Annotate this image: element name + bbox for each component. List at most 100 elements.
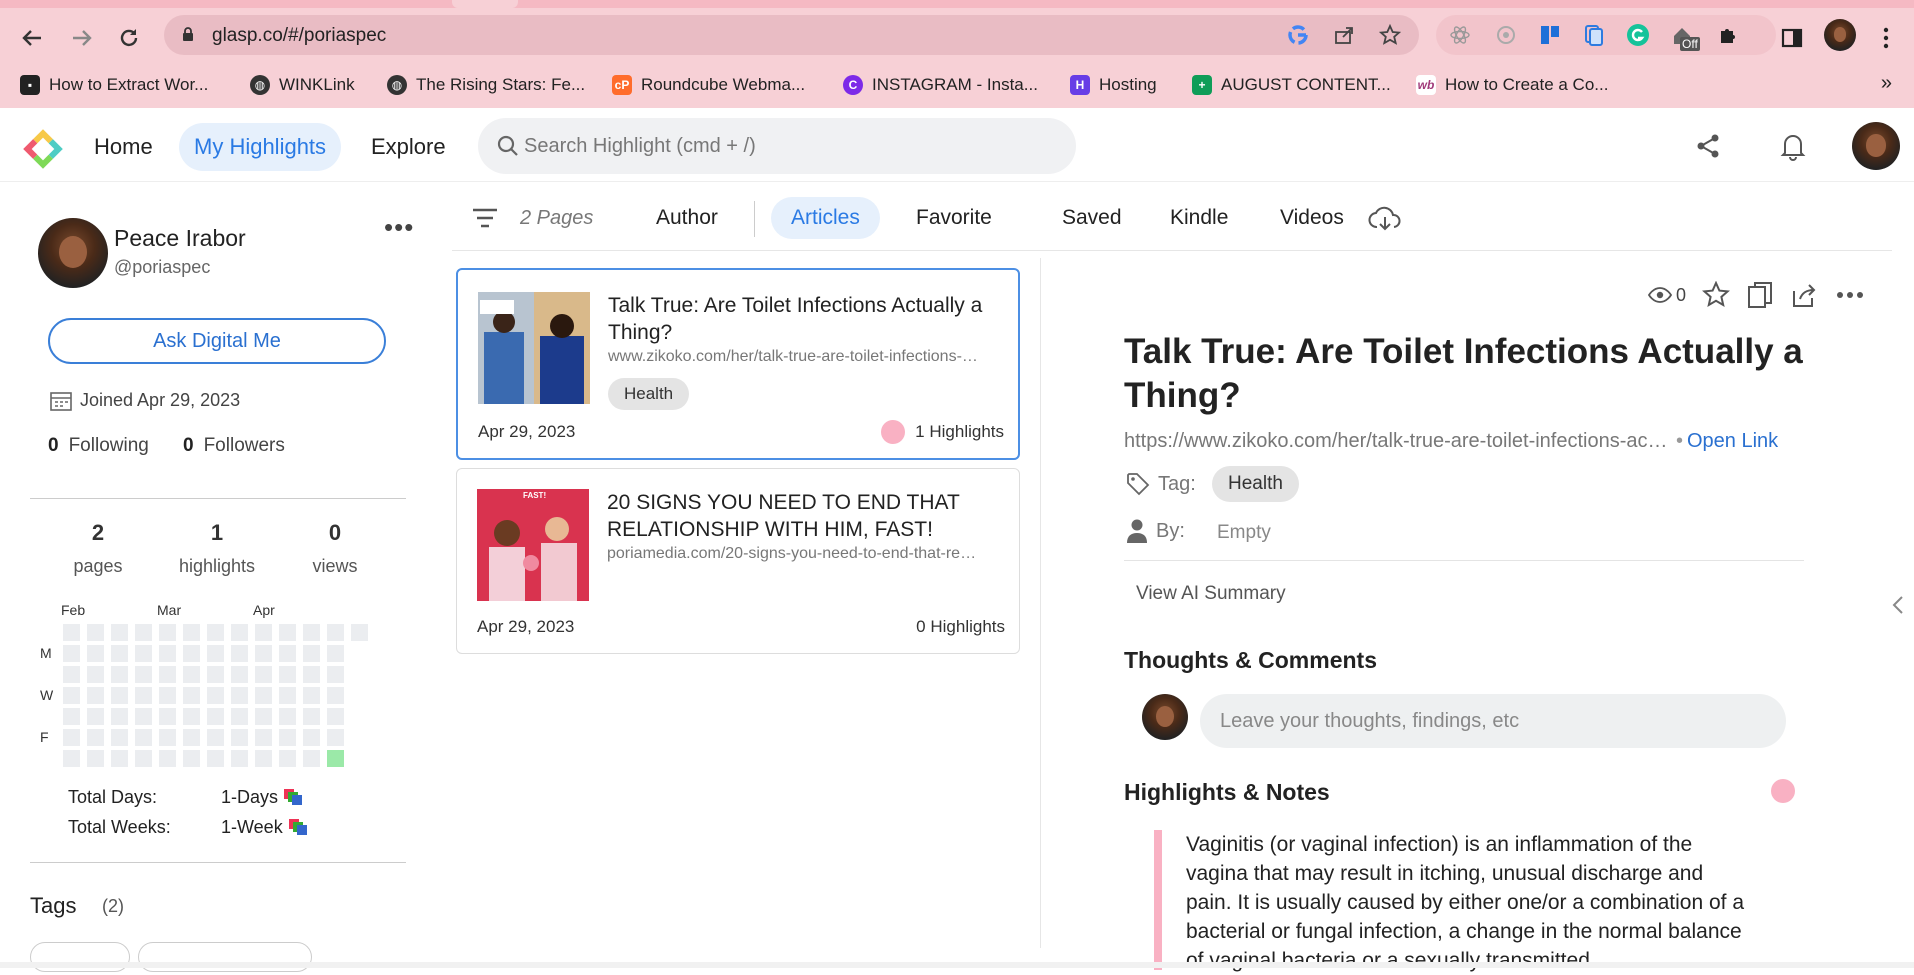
nav-my-highlights[interactable]: My Highlights (179, 123, 342, 171)
heatmap-cell (183, 624, 200, 641)
heatmap-cell (207, 645, 224, 662)
grammarly-icon[interactable] (1626, 23, 1650, 47)
cpanel-icon: cP (612, 75, 632, 95)
bookmark-item[interactable]: H Hosting (1070, 74, 1157, 96)
search-input[interactable] (524, 130, 1044, 162)
share-page-icon[interactable] (1332, 23, 1356, 47)
heatmap-cell (183, 750, 200, 767)
cloud-download-icon[interactable] (1368, 205, 1402, 233)
heatmap-cell (327, 624, 344, 641)
off-ext-icon[interactable]: Off (1670, 23, 1700, 51)
active-tab[interactable] (452, 0, 518, 8)
author-row: By: (1126, 518, 1185, 544)
tab-favorite[interactable]: Favorite (896, 197, 1012, 239)
chrome-menu-icon[interactable] (1870, 22, 1902, 54)
stat-views: 0 views (285, 520, 385, 577)
more-options-icon[interactable] (1834, 280, 1866, 310)
article-card[interactable]: FAST! 20 SIGNS YOU NEED TO END THAT RELA… (456, 468, 1020, 654)
tab-articles[interactable]: Articles (771, 197, 880, 239)
heatmap-cell (327, 708, 344, 725)
bookmark-item[interactable]: cP Roundcube Webma... (612, 74, 805, 96)
bookmark-item[interactable]: C INSTAGRAM - Insta... (843, 74, 1038, 96)
collapse-panel-icon[interactable] (1892, 594, 1904, 616)
bookmark-item[interactable]: ▪ How to Extract Wor... (20, 74, 208, 96)
open-link[interactable]: Open Link (1687, 430, 1778, 453)
bookmark-star-icon[interactable] (1378, 23, 1402, 47)
reload-icon[interactable] (113, 22, 145, 54)
profile-more-button[interactable]: ••• (384, 212, 414, 243)
tab-videos[interactable]: Videos (1260, 197, 1364, 239)
highlights-count: 0 Highlights (916, 617, 1005, 636)
chrome-profile-avatar[interactable] (1824, 19, 1856, 51)
bookmark-item[interactable]: ◍ WINKLink (250, 74, 355, 96)
highlight-color-dot[interactable] (1771, 779, 1795, 803)
stat-number: 0 (328, 520, 342, 545)
trello-icon[interactable] (1538, 23, 1562, 47)
article-url: www.zikoko.com/her/talk-true-are-toilet-… (608, 348, 978, 365)
highlight-text[interactable]: Vaginitis (or vaginal infection) is an i… (1186, 830, 1746, 975)
bookmark-item[interactable]: wb How to Create a Co... (1416, 74, 1608, 96)
heatmap-cell (255, 645, 272, 662)
ext-off-badge: Off (1680, 37, 1700, 51)
view-ai-summary-button[interactable]: View AI Summary (1136, 583, 1286, 605)
copy-ext-icon[interactable] (1582, 23, 1606, 47)
heatmap-cell (255, 750, 272, 767)
heatmap-cell (111, 624, 128, 641)
nav-explore[interactable]: Explore (356, 123, 461, 171)
author-value[interactable]: Empty (1217, 522, 1271, 544)
tab-saved[interactable]: Saved (1042, 197, 1142, 239)
bookmark-item[interactable]: + AUGUST CONTENT... (1192, 74, 1391, 96)
heatmap-cell (135, 645, 152, 662)
heatmap-cell (63, 750, 80, 767)
heatmap-cell (231, 687, 248, 704)
search-bar[interactable] (478, 118, 1076, 174)
google-icon[interactable] (1286, 23, 1310, 47)
detail-tag-chip[interactable]: Health (1212, 466, 1299, 502)
share-icon[interactable] (1690, 128, 1726, 164)
ask-digital-me-button[interactable]: Ask Digital Me (48, 318, 386, 364)
heatmap-cell (159, 708, 176, 725)
back-icon[interactable] (16, 22, 48, 54)
article-highlights: 1 Highlights (881, 420, 1004, 444)
comment-input[interactable] (1220, 708, 1760, 734)
detail-title: Talk True: Are Toilet Infections Actuall… (1124, 332, 1803, 415)
address-bar[interactable]: glasp.co/#/poriaspec (164, 15, 1419, 55)
heatmap-cell (63, 687, 80, 704)
bookmarks-overflow-button[interactable]: » (1881, 72, 1892, 95)
tab-author[interactable]: Author (636, 197, 738, 239)
react-devtools-icon[interactable] (1448, 23, 1472, 47)
tab-kindle[interactable]: Kindle (1150, 197, 1248, 239)
forward-icon[interactable] (66, 22, 98, 54)
heatmap-cell (255, 708, 272, 725)
total-days-label: Total Days: (68, 787, 158, 807)
heatmap-cell (183, 708, 200, 725)
nav-home[interactable]: Home (79, 123, 168, 171)
bell-icon[interactable] (1775, 128, 1811, 164)
favorite-star-icon[interactable] (1700, 280, 1732, 310)
filter-icon[interactable] (472, 207, 498, 229)
divider (30, 862, 406, 863)
puzzle-extensions-icon[interactable] (1716, 23, 1740, 47)
heatmap-cell (279, 666, 296, 683)
article-title[interactable]: Talk True: Are Toilet Infections Actuall… (608, 292, 1004, 346)
heatmap-cell (303, 687, 320, 704)
followers-link[interactable]: 0 Followers (183, 435, 285, 457)
article-tag[interactable]: Health (608, 378, 690, 410)
article-url: poriamedia.com/20-signs-you-need-to-end-… (607, 545, 977, 562)
comment-box[interactable] (1200, 694, 1786, 748)
following-link[interactable]: 0 Following (48, 435, 149, 457)
divider (1124, 560, 1804, 561)
url-text: glasp.co/#/poriaspec (212, 25, 387, 46)
screen-capture-icon[interactable] (1494, 23, 1518, 47)
heatmap-cell (279, 624, 296, 641)
export-icon[interactable] (1788, 280, 1820, 310)
stat-label: highlights (178, 556, 256, 576)
article-title[interactable]: 20 SIGNS YOU NEED TO END THAT RELATIONSH… (607, 489, 1003, 543)
copy-icon[interactable] (1744, 280, 1776, 310)
bookmark-item[interactable]: ◍ The Rising Stars: Fe... (387, 74, 585, 96)
article-card[interactable]: Talk True: Are Toilet Infections Actuall… (456, 268, 1020, 460)
side-panel-icon[interactable] (1776, 22, 1808, 54)
user-avatar[interactable] (1852, 122, 1900, 170)
heatmap-cell (327, 666, 344, 683)
glasp-logo-icon[interactable] (20, 126, 66, 172)
